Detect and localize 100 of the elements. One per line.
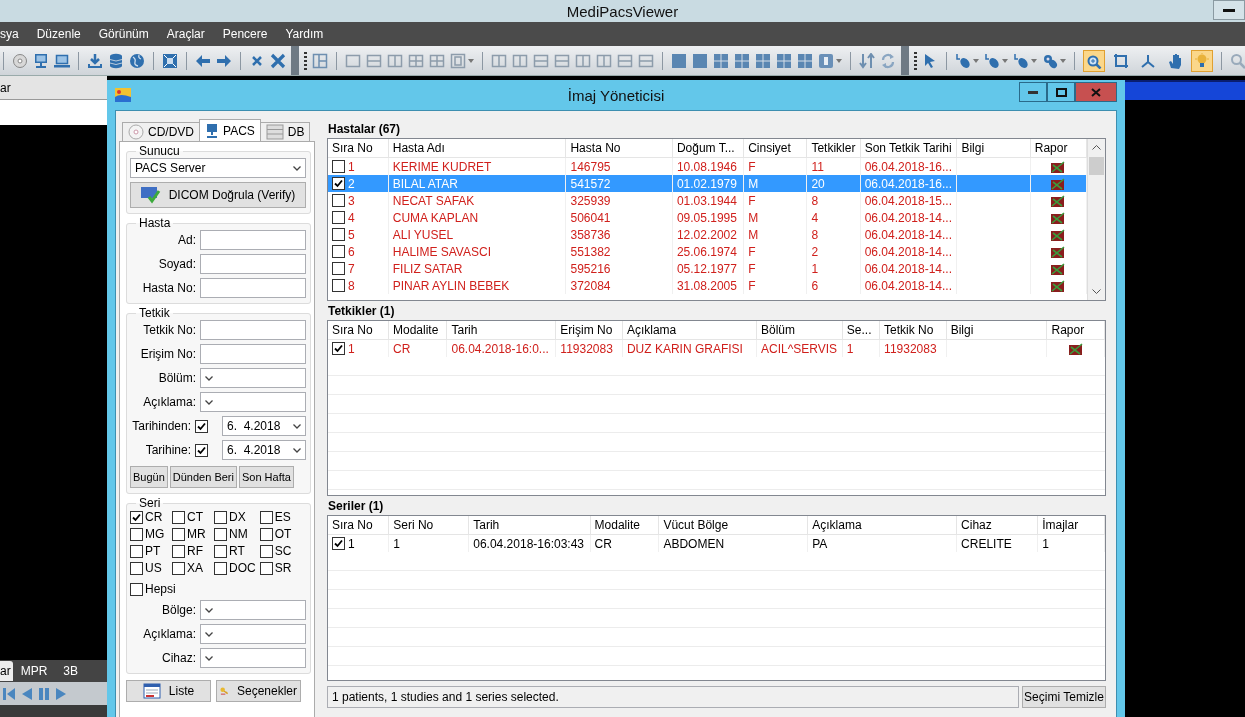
report-icon[interactable] <box>1050 244 1067 259</box>
report-icon[interactable] <box>1050 261 1067 276</box>
dropdown[interactable]: PACS Server <box>130 158 306 178</box>
caret-icon[interactable] <box>205 631 213 637</box>
date-range-button[interactable]: Son Hafta <box>238 466 294 488</box>
checkbox[interactable] <box>130 561 143 575</box>
checkbox[interactable] <box>332 194 345 207</box>
checkbox[interactable] <box>172 544 185 558</box>
date-picker[interactable]: 6. 4.2018 <box>222 440 306 460</box>
checkbox[interactable] <box>332 537 345 550</box>
table-row[interactable]: 4 CUMA KAPLAN 506041 09.05.1995 M 4 06.04.2018-14... <box>328 209 1087 226</box>
maximize-button[interactable] <box>1047 82 1075 102</box>
column-header[interactable]: Bölüm <box>756 321 843 340</box>
column-header[interactable]: Hasta No <box>565 139 673 158</box>
layout-icon[interactable] <box>408 52 424 69</box>
minimize-button[interactable] <box>1019 82 1047 102</box>
source-tab[interactable]: CD/DVD <box>122 122 200 141</box>
layout-icon[interactable] <box>533 52 549 69</box>
caret-icon[interactable] <box>205 607 213 613</box>
checkbox[interactable] <box>214 527 227 541</box>
checkbox[interactable] <box>259 510 273 524</box>
checkbox[interactable] <box>259 561 273 575</box>
checkbox[interactable] <box>130 544 143 558</box>
input-field[interactable] <box>200 254 306 274</box>
layout-icon[interactable] <box>617 52 633 69</box>
input-field[interactable] <box>200 344 306 364</box>
disc-icon[interactable] <box>12 52 28 69</box>
column-header[interactable]: Hasta Adı <box>388 139 566 158</box>
checkbox[interactable] <box>214 544 227 558</box>
source-tab[interactable]: DB <box>259 122 311 141</box>
checkbox[interactable] <box>172 561 185 575</box>
table-row[interactable]: 5 ALI YUSEL 358736 12.02.2002 M 8 06.04.2018-14... <box>328 226 1087 243</box>
checkbox[interactable] <box>332 177 345 190</box>
caret-icon[interactable] <box>293 447 301 453</box>
pause-icon[interactable] <box>38 686 50 701</box>
column-header[interactable]: Se... <box>842 321 880 340</box>
menu-item[interactable]: Görünüm <box>89 27 158 41</box>
scrollbar[interactable] <box>1087 139 1105 300</box>
menu-item[interactable]: Araçlar <box>157 27 214 41</box>
input-field[interactable] <box>200 320 306 340</box>
column-header[interactable]: Seri No <box>388 516 469 535</box>
checkbox[interactable] <box>130 510 143 524</box>
close-icon[interactable] <box>270 52 286 69</box>
column-header[interactable]: Rapor <box>1046 321 1105 340</box>
verify-button[interactable]: DICOM Doğrula (Verify) <box>130 182 306 208</box>
input-field[interactable] <box>200 278 306 298</box>
layout-icon[interactable] <box>575 52 591 69</box>
column-header[interactable]: Tarih <box>446 321 556 340</box>
layout-icon[interactable] <box>596 52 612 69</box>
checkbox[interactable] <box>130 582 143 596</box>
source-tab[interactable]: PACS <box>199 119 261 141</box>
layout-icon[interactable] <box>554 52 570 69</box>
menu-item[interactable]: Yardım <box>276 27 333 41</box>
checkbox[interactable] <box>332 245 345 258</box>
checkbox[interactable] <box>332 228 345 241</box>
caret-icon[interactable] <box>205 655 213 661</box>
report-icon[interactable] <box>1067 341 1084 356</box>
grip-handle[interactable] <box>291 46 299 75</box>
column-header[interactable]: Erişim No <box>555 321 623 340</box>
close-button[interactable] <box>1075 82 1117 102</box>
arrow-right-icon[interactable] <box>216 52 232 69</box>
fullscreen-icon[interactable] <box>162 52 178 69</box>
action-button[interactable]: Liste <box>126 680 211 702</box>
checkbox[interactable] <box>332 262 345 275</box>
column-header[interactable]: Tetkikler <box>806 139 861 158</box>
clear-selection-button[interactable]: Seçimi Temizle <box>1022 686 1106 708</box>
scroll-down-icon[interactable] <box>1092 289 1101 294</box>
layout-icon[interactable] <box>387 52 403 69</box>
caret-icon[interactable] <box>205 399 213 405</box>
checkbox[interactable] <box>130 527 143 541</box>
report-icon[interactable] <box>1050 193 1067 208</box>
checkbox[interactable] <box>195 443 208 457</box>
checkbox[interactable] <box>332 279 345 292</box>
first-frame-icon[interactable] <box>2 686 16 701</box>
scroll-thumb[interactable] <box>1089 157 1104 175</box>
mouse-icon[interactable] <box>1013 52 1029 69</box>
date-picker[interactable]: 6. 4.2018 <box>222 416 306 436</box>
column-header[interactable]: Doğum T... <box>672 139 744 158</box>
checkbox[interactable] <box>332 211 345 224</box>
checkbox[interactable] <box>332 342 345 355</box>
column-header[interactable]: Sıra No <box>328 139 389 158</box>
checkbox[interactable] <box>195 419 208 433</box>
globe-icon[interactable] <box>129 52 145 69</box>
mouse-icon[interactable] <box>955 52 971 69</box>
sort-icon[interactable] <box>859 52 875 69</box>
caret-icon[interactable] <box>293 165 301 171</box>
column-header[interactable]: Vücut Bölge <box>658 516 808 535</box>
column-header[interactable]: Modalite <box>388 321 447 340</box>
view-tab[interactable]: ar <box>0 661 13 681</box>
column-header[interactable]: Sıra No <box>328 516 389 535</box>
laptop-icon[interactable] <box>54 52 70 69</box>
report-icon[interactable] <box>1050 159 1067 174</box>
column-header[interactable]: Bilgi <box>956 139 1031 158</box>
checkbox[interactable] <box>214 561 227 575</box>
table-row[interactable]: 1 CR 06.04.2018-16:0... 11932083 DUZ KARIN GRAFISI ACIL^SERVIS 1 11932083 <box>328 339 1105 357</box>
checkbox[interactable] <box>172 510 185 524</box>
table-row[interactable]: 1 1 06.04.2018-16:03:43 CR ABDOMEN PA CRELITE 1 <box>328 534 1105 552</box>
mouse-icon[interactable] <box>984 52 1000 69</box>
column-header[interactable]: Tetkik No <box>879 321 947 340</box>
gear-icon[interactable] <box>1042 52 1058 69</box>
